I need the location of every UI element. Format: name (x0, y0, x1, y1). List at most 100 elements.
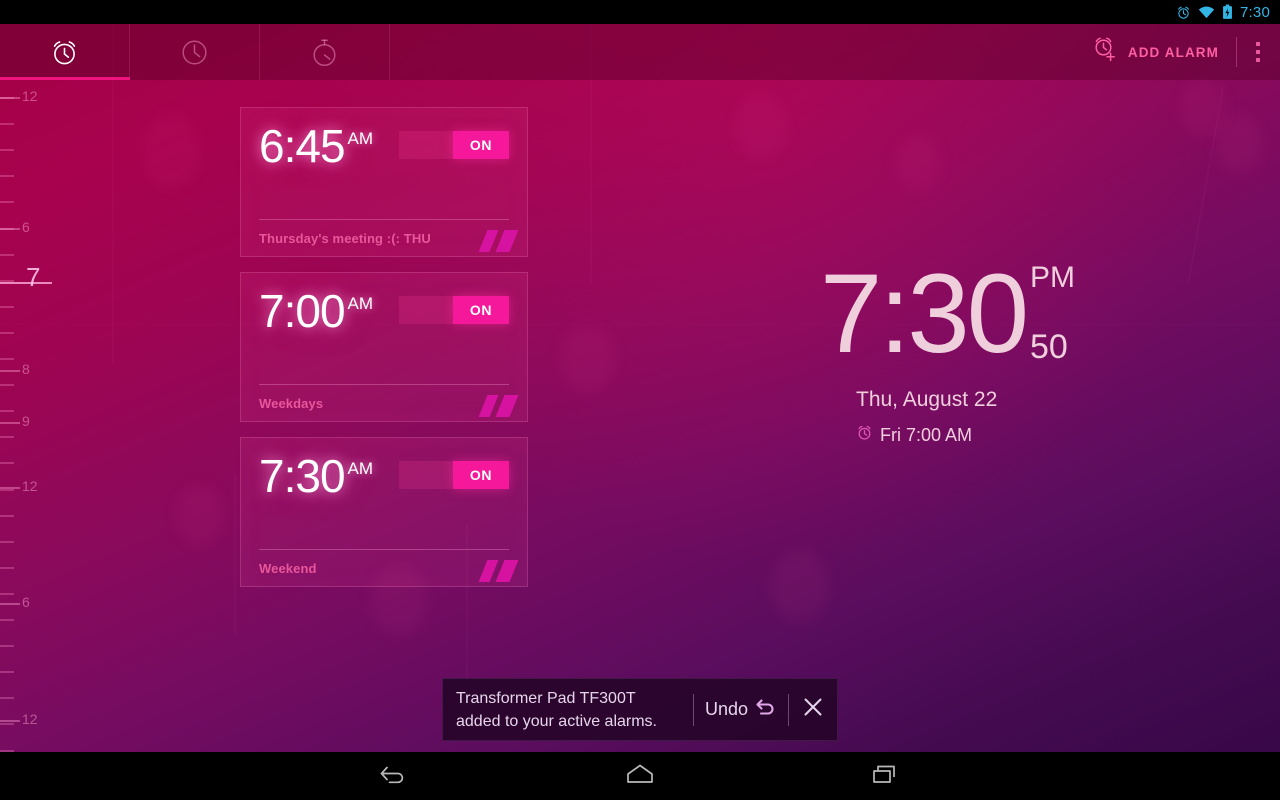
alarm-card[interactable]: 7:00 AM ON Weekdays (240, 272, 528, 422)
nav-home-button[interactable] (610, 752, 670, 800)
next-alarm-text: Fri 7:00 AM (880, 424, 973, 445)
back-arrow-icon (377, 762, 411, 791)
nav-recents-button[interactable] (856, 752, 916, 800)
action-divider (1236, 37, 1237, 67)
alarm-time: 7:30 (259, 450, 346, 502)
timeline-tick (0, 489, 14, 491)
next-alarm-row: Fri 7:00 AM (856, 424, 1150, 446)
status-bar: 7:30 (0, 0, 1280, 24)
timeline-tick (0, 175, 14, 177)
timeline-tick (0, 697, 14, 699)
clock-seconds: 50 (1029, 328, 1068, 366)
timeline-hour-label: 12 (22, 478, 38, 494)
alarm-card-bottom[interactable]: Weekdays (241, 385, 529, 421)
wifi-icon (1198, 5, 1215, 19)
clock-hours-minutes: 7:30 (820, 251, 1029, 376)
alarm-card-top: 7:00 AM ON (241, 273, 527, 385)
device-screen: ADD ALARM 12 6 7 8 9 12 6 12 6:45 AM ON Thursday's… (0, 0, 1280, 800)
alarm-ampm: AM (347, 129, 374, 148)
alarm-toggle-thumb: ON (453, 296, 509, 324)
alarm-time: 7:00 (259, 285, 346, 337)
timeline-hour-tick (0, 603, 20, 605)
snackbar-message: Transformer Pad TF300T added to your act… (456, 689, 657, 730)
alarm-clock-icon (856, 424, 873, 446)
timeline-tick (0, 515, 14, 517)
alarm-toggle-thumb: ON (453, 461, 509, 489)
timeline-tick (0, 384, 14, 386)
timeline-hour-tick (0, 720, 20, 722)
close-button[interactable] (789, 678, 837, 741)
timeline-tick (0, 567, 14, 569)
alarm-card-top: 7:30 AM ON (241, 438, 527, 550)
status-bar-clock: 7:30 (1240, 3, 1270, 21)
alarm-card[interactable]: 7:30 AM ON Weekend (240, 437, 528, 587)
timeline-tick (0, 332, 14, 334)
undo-label: Undo (704, 699, 748, 719)
clock-date: Thu, August 22 (856, 388, 998, 411)
navigation-bar (0, 752, 1280, 800)
timeline-tick (0, 593, 14, 595)
timeline-hour-label: 7 (26, 262, 41, 292)
alarm-list: 6:45 AM ON Thursday's meeting :(: THU 7:00 AM… (240, 107, 528, 602)
digital-clock: 7:30 PM 50 Thu, August 22 Fri 7:00 AM (820, 251, 1150, 446)
timeline-hour-label: 6 (22, 219, 30, 235)
expand-stripes-icon[interactable] (478, 560, 519, 582)
timeline-ruler[interactable]: 12 6 7 8 9 12 6 12 (0, 80, 62, 752)
action-bar: ADD ALARM (0, 24, 1280, 80)
alarm-ampm: AM (347, 294, 374, 313)
timeline-hour-label: 8 (22, 361, 30, 377)
alarm-card[interactable]: 6:45 AM ON Thursday's meeting :(: THU (240, 107, 528, 257)
timeline-hour-tick (0, 487, 20, 489)
alarm-toggle[interactable]: ON (399, 131, 509, 159)
timeline-tick (0, 619, 14, 621)
overflow-menu-icon[interactable] (1240, 24, 1276, 80)
alarm-card-bottom[interactable]: Thursday's meeting :(: THU (241, 220, 529, 256)
timeline-hour-tick (0, 228, 20, 230)
timeline-tick (0, 306, 14, 308)
timeline-tick (0, 149, 14, 151)
alarm-plus-icon (1092, 36, 1119, 68)
timeline-hour-tick (0, 422, 20, 424)
timeline-tick (0, 358, 14, 360)
timeline-tick (0, 671, 14, 673)
timeline-hour-label: 12 (22, 88, 38, 104)
timeline-tick (0, 201, 14, 203)
battery-charging-icon (1222, 4, 1233, 20)
timeline-tick (0, 254, 14, 256)
timeline-tick (0, 410, 14, 412)
add-alarm-label: ADD ALARM (1127, 44, 1219, 60)
home-icon (621, 762, 659, 791)
expand-stripes-icon[interactable] (478, 395, 519, 417)
alarm-ampm: AM (347, 459, 374, 478)
timeline-hour-label: 6 (22, 594, 30, 610)
timeline-tick (0, 645, 14, 647)
timeline-hour-tick (0, 97, 20, 99)
alarm-label: Thursday's meeting :(: THU (259, 230, 431, 246)
nav-back-button[interactable] (364, 752, 424, 800)
timeline-tick (0, 436, 14, 438)
expand-stripes-icon[interactable] (478, 230, 519, 252)
snackbar: Transformer Pad TF300T added to your act… (442, 678, 838, 741)
alarm-toggle[interactable]: ON (399, 461, 509, 489)
alarm-time: 6:45 (259, 120, 346, 172)
undo-button[interactable]: Undo (694, 678, 788, 741)
tab-timer[interactable] (260, 24, 390, 80)
clock-time-row: 7:30 PM 50 (820, 251, 1150, 376)
stopwatch-icon (310, 37, 339, 68)
clock-ampm: PM (1029, 261, 1075, 294)
recents-icon (869, 762, 903, 791)
alarm-toggle-thumb: ON (453, 131, 509, 159)
timeline-tick (0, 541, 14, 543)
alarm-set-icon (1176, 5, 1191, 20)
tab-clock[interactable] (130, 24, 260, 80)
timeline-hour-label: 9 (22, 413, 30, 429)
timeline-tick (0, 723, 14, 725)
alarm-toggle[interactable]: ON (399, 296, 509, 324)
clock-icon (180, 38, 209, 67)
timeline-tick (0, 462, 14, 464)
alarm-clock-icon (49, 37, 80, 68)
add-alarm-button[interactable]: ADD ALARM (1082, 24, 1233, 80)
tab-alarm[interactable] (0, 24, 130, 80)
action-bar-actions: ADD ALARM (1082, 24, 1280, 80)
alarm-card-bottom[interactable]: Weekend (241, 550, 529, 586)
